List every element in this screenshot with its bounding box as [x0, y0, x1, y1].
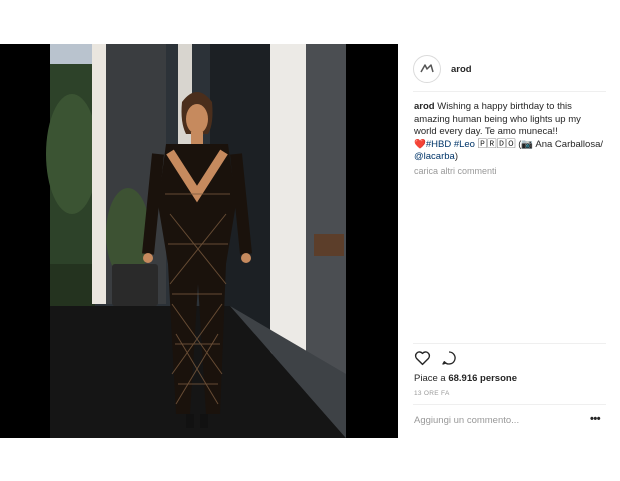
likes-prefix: Piace a — [414, 373, 446, 384]
caption-username[interactable]: arod — [414, 101, 435, 112]
likes-count[interactable]: Piace a 68.916 persone — [414, 373, 517, 384]
caption-text: Wishing a happy birthday to this amazing… — [414, 101, 581, 137]
instagram-post: arod arod Wishing a happy birthday to th… — [0, 44, 620, 438]
post-header: arod — [413, 54, 472, 84]
comment-icon[interactable] — [441, 350, 457, 366]
load-more-comments[interactable]: carica altri commenti — [414, 166, 497, 176]
caption-close-paren: ) — [454, 151, 458, 162]
logo-icon — [420, 64, 434, 73]
divider — [413, 404, 606, 405]
divider — [413, 343, 606, 344]
caption-emoji-text: 🄿🅁🄳🄾 — [477, 138, 516, 150]
post-photo[interactable] — [0, 44, 398, 438]
camera-emoji: (📷 — [518, 138, 534, 150]
more-options-icon[interactable]: ••• — [590, 413, 601, 425]
photo-illustration — [0, 44, 398, 438]
comment-input[interactable]: Aggiungi un commento... — [414, 415, 519, 426]
heart-icon[interactable] — [414, 350, 431, 366]
caption-hashtags[interactable]: #HBD #Leo — [426, 139, 475, 150]
caption-mention[interactable]: @lacarba — [414, 151, 455, 162]
post-caption: arod Wishing a happy birthday to this am… — [414, 101, 604, 164]
heart-emoji: ❤️ — [414, 138, 426, 150]
likes-number[interactable]: 68.916 persone — [448, 373, 517, 384]
post-username[interactable]: arod — [451, 64, 472, 75]
post-sidebar: arod arod Wishing a happy birthday to th… — [398, 44, 606, 438]
caption-credit: Ana Carballosa/ — [535, 138, 603, 150]
action-bar — [414, 350, 457, 366]
divider — [413, 91, 606, 92]
post-timestamp[interactable]: 13 ORE FA — [414, 390, 450, 397]
avatar[interactable] — [413, 55, 441, 83]
